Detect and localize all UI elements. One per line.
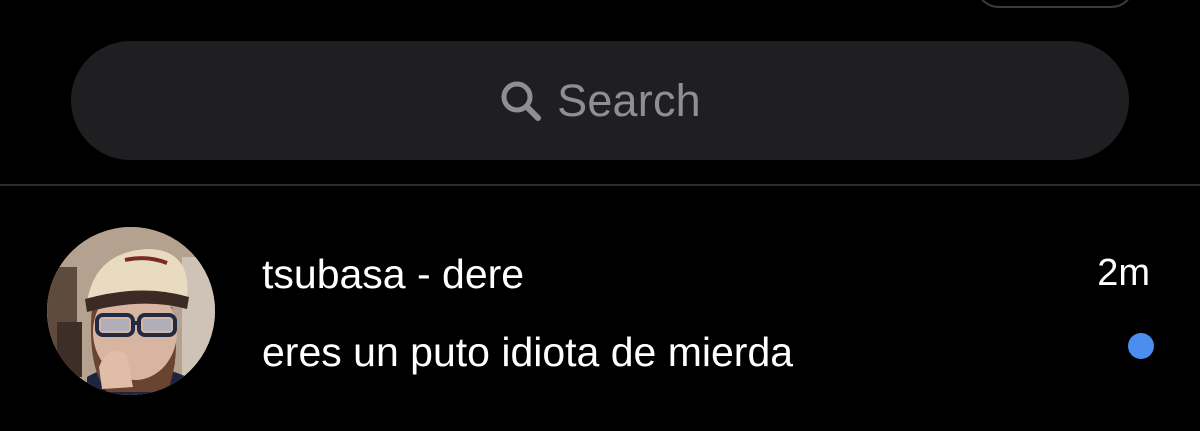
unread-indicator [1128,333,1154,359]
search-inner: Search [499,78,701,123]
contact-name: tsubasa - dere [262,251,525,297]
timestamp: 2m [1097,252,1150,294]
conversation-row[interactable]: tsubasa - dere eres un puto idiota de mi… [0,186,1200,431]
avatar[interactable] [47,227,215,395]
message-preview: eres un puto idiota de mierda [262,329,794,375]
search-placeholder: Search [557,75,701,126]
top-button-edge[interactable] [975,0,1135,8]
search-icon [499,79,543,123]
search-bar[interactable]: Search [71,41,1129,160]
